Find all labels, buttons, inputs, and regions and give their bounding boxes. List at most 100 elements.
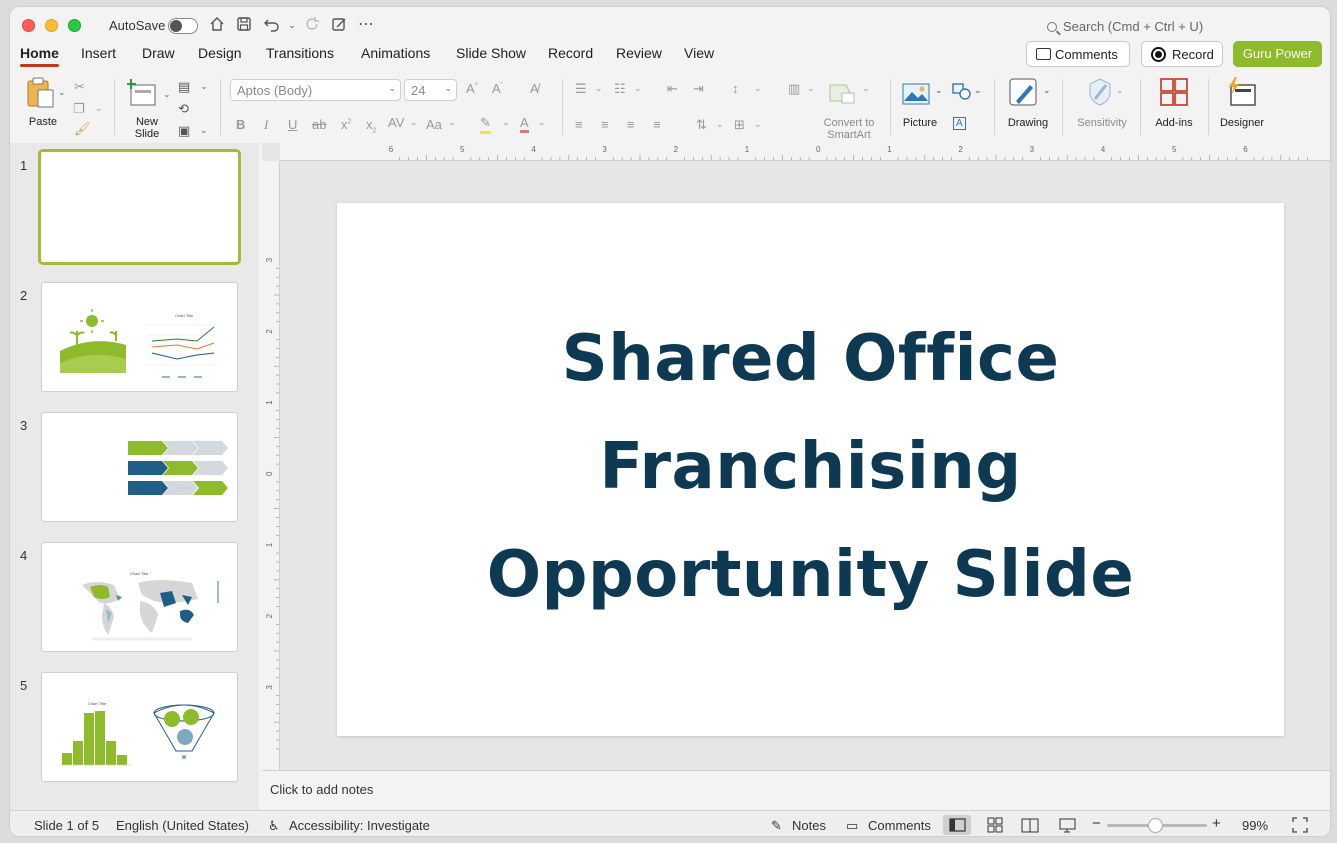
slide-sorter-button[interactable] (981, 815, 1009, 835)
convert-smartart-label[interactable]: Convert to SmartArt (814, 117, 884, 141)
zoom-out-icon[interactable]: − (1092, 815, 1101, 832)
notes-pane[interactable]: Click to add notes (262, 770, 1330, 810)
fit-to-window-icon[interactable] (1292, 817, 1308, 836)
cut-icon[interactable]: ✂ (74, 79, 85, 95)
paste-icon[interactable] (26, 77, 56, 112)
redo-icon[interactable] (302, 15, 322, 35)
close-window-button[interactable] (22, 19, 35, 32)
decrease-indent-icon[interactable]: ⇤ (667, 81, 678, 97)
highlight-chevron-icon[interactable]: ⌄ (502, 117, 510, 128)
underline-icon[interactable]: U (288, 117, 297, 132)
tab-animations[interactable]: Animations (361, 45, 430, 61)
comments-toggle[interactable]: Comments (868, 818, 931, 833)
numbering-icon[interactable]: ☷ (614, 81, 626, 97)
justify-icon[interactable]: ≡ (653, 117, 661, 132)
designer-icon[interactable] (1225, 77, 1257, 110)
font-size-select[interactable]: 24 ⌄ (404, 79, 457, 101)
tab-slide-show[interactable]: Slide Show (456, 45, 526, 61)
change-case-chevron-icon[interactable]: ⌄ (448, 117, 456, 128)
columns-chevron-icon[interactable]: ⌄ (807, 83, 815, 94)
reset-icon[interactable]: ⟲ (178, 101, 189, 117)
smartart-icon[interactable] (828, 83, 858, 108)
picture-label[interactable]: Picture (900, 117, 940, 129)
increase-indent-icon[interactable]: ⇥ (693, 81, 704, 97)
bullets-chevron-icon[interactable]: ⌄ (595, 83, 603, 94)
copy-chevron-icon[interactable]: ⌄ (95, 103, 103, 114)
character-spacing-chevron-icon[interactable]: ⌄ (410, 117, 418, 128)
shapes-chevron-icon[interactable]: ⌄ (974, 85, 982, 96)
paste-chevron-icon[interactable]: ⌄ (58, 87, 66, 98)
new-slide-chevron-icon[interactable]: ⌄ (163, 89, 171, 100)
tab-review[interactable]: Review (616, 45, 662, 61)
minimize-window-button[interactable] (45, 19, 58, 32)
slide-show-button[interactable] (1053, 815, 1081, 835)
undo-dropdown-chevron-icon[interactable]: ⌄ (282, 15, 302, 35)
text-direction-icon[interactable]: ⇅ (696, 117, 707, 133)
character-spacing-icon[interactable]: AV (388, 115, 404, 130)
tab-draw[interactable]: Draw (142, 45, 175, 61)
section-icon[interactable]: ▣ (178, 123, 190, 139)
notes-toggle[interactable]: Notes (792, 818, 826, 833)
clear-formatting-icon[interactable]: A̸ (530, 81, 539, 96)
tab-home[interactable]: Home (20, 45, 59, 67)
normal-view-button[interactable] (943, 815, 971, 835)
paste-label[interactable]: Paste (28, 116, 58, 128)
smartart-chevron-icon[interactable]: ⌄ (862, 83, 870, 94)
tab-design[interactable]: Design (198, 45, 242, 61)
record-button[interactable]: Record (1141, 41, 1223, 67)
columns-icon[interactable]: ▥ (788, 81, 800, 97)
horizontal-ruler[interactable]: 6 5 4 3 2 1 0 1 2 3 4 5 6 (280, 143, 1330, 161)
tab-transitions[interactable]: Transitions (266, 45, 334, 61)
undo-icon[interactable] (262, 15, 282, 35)
reading-view-button[interactable] (1016, 815, 1044, 835)
zoom-level[interactable]: 99% (1242, 818, 1268, 833)
align-text-icon[interactable]: ⊞ (734, 117, 745, 133)
sensitivity-chevron-icon[interactable]: ⌄ (1116, 85, 1124, 96)
new-slide-icon[interactable] (126, 79, 159, 112)
italic-icon[interactable]: I (264, 117, 268, 133)
bold-icon[interactable]: B (236, 117, 245, 132)
bullets-icon[interactable]: ☰ (575, 81, 587, 97)
search-box[interactable]: Search (Cmd + Ctrl + U) (1047, 19, 1287, 37)
save-icon[interactable] (234, 15, 254, 35)
slide-canvas[interactable]: Shared Office Franchising Opportunity Sl… (337, 203, 1284, 736)
font-color-chevron-icon[interactable]: ⌄ (538, 117, 546, 128)
drawing-icon[interactable] (1008, 77, 1040, 112)
shapes-icon[interactable] (952, 83, 972, 104)
vertical-ruler[interactable]: 3 2 1 0 1 2 3 (262, 161, 280, 776)
tab-insert[interactable]: Insert (81, 45, 116, 61)
comments-button[interactable]: Comments (1026, 41, 1130, 67)
slide-thumbnail-4[interactable]: Chart Title (41, 542, 238, 652)
superscript-icon[interactable]: x2 (341, 117, 351, 132)
add-ins-label[interactable]: Add-ins (1150, 117, 1198, 129)
line-spacing-icon[interactable]: ↕ (732, 81, 739, 96)
slide-thumbnail-3[interactable] (41, 412, 238, 522)
designer-label[interactable]: Designer (1216, 117, 1268, 129)
picture-icon[interactable] (902, 83, 930, 108)
guru-power-button[interactable]: Guru Power (1233, 41, 1322, 67)
font-name-select[interactable]: Aptos (Body) ⌄ (230, 79, 401, 101)
font-color-icon[interactable]: A (520, 115, 529, 133)
zoom-window-button[interactable] (68, 19, 81, 32)
highlight-icon[interactable]: ✎ (480, 115, 491, 134)
decrease-font-size-icon[interactable]: Aˇ (492, 81, 503, 96)
slide-title[interactable]: Shared Office Franchising Opportunity Sl… (337, 305, 1284, 629)
picture-chevron-icon[interactable]: ⌄ (935, 85, 943, 96)
subscript-icon[interactable]: x2 (366, 117, 376, 135)
tab-record[interactable]: Record (548, 45, 593, 61)
layout-chevron-icon[interactable]: ⌄ (200, 81, 208, 92)
text-box-icon[interactable]: A (953, 117, 966, 130)
slide-thumbnail-5[interactable]: Chart Title (41, 672, 238, 782)
format-painter-icon[interactable]: 🖌 (74, 121, 91, 137)
home-icon[interactable] (207, 15, 227, 35)
align-center-icon[interactable]: ≡ (601, 117, 609, 132)
drawing-label[interactable]: Drawing (1006, 117, 1050, 129)
drawing-chevron-icon[interactable]: ⌄ (1043, 85, 1051, 96)
add-ins-icon[interactable] (1159, 77, 1189, 110)
align-left-icon[interactable]: ≡ (575, 117, 583, 132)
autosave-toggle[interactable] (168, 18, 198, 34)
align-text-chevron-icon[interactable]: ⌄ (754, 119, 762, 130)
customize-icon[interactable] (329, 15, 349, 35)
accessibility-status[interactable]: Accessibility: Investigate (289, 818, 430, 833)
strikethrough-icon[interactable]: ab (312, 117, 326, 132)
